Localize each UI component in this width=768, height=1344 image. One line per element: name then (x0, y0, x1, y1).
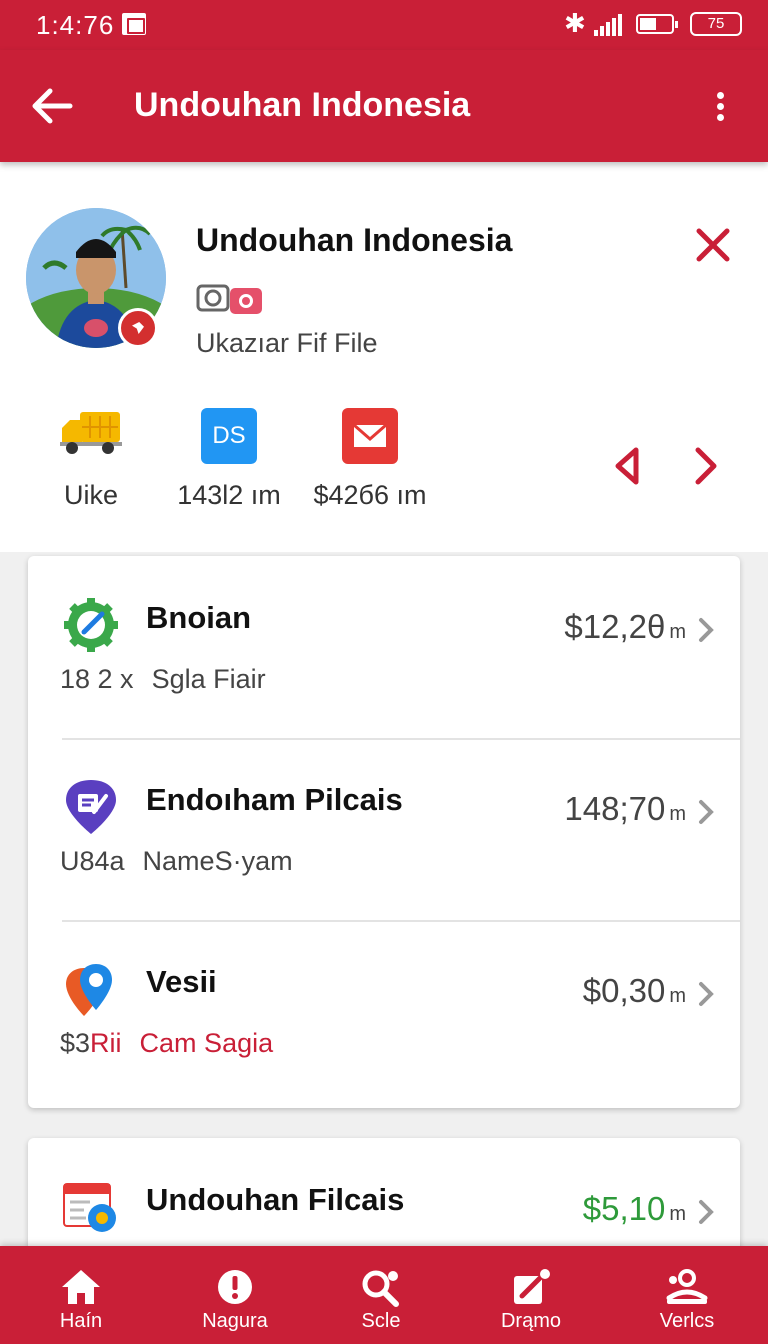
alert-icon (218, 1270, 252, 1304)
app-bar: Undouhan Indonesia (0, 50, 768, 162)
list-item-title: Endoıham Pilcais (146, 782, 403, 817)
nav-item-home[interactable]: Haín (16, 1246, 146, 1344)
status-bar: 1:4:76 ✱ 75 (0, 0, 768, 50)
nav-item-dramo[interactable]: Drąmo (466, 1246, 596, 1344)
camera-icons (196, 284, 262, 314)
nav-item-verlcs[interactable]: Verlcs (622, 1246, 752, 1344)
list-item-amount: $0,30 m (582, 972, 686, 1009)
quick-action-uike[interactable]: Uike (26, 408, 156, 518)
close-icon[interactable] (694, 226, 732, 264)
list-item-amount: $12,2θ m (564, 608, 686, 645)
list-item-title: Undouhan Filcais (146, 1182, 405, 1217)
edit-icon (514, 1269, 550, 1304)
profile-header: Undouhan Indonesia Ukazıar Fif File Uike… (0, 162, 768, 552)
list-item-meta: $3Rii Cam Sagia (60, 1028, 274, 1058)
signal-icon (594, 14, 624, 36)
gear-edit-icon (64, 598, 118, 652)
nav-item-scle[interactable]: Scle (316, 1246, 446, 1344)
quick-action-ds[interactable]: DS 143l2 ım (164, 408, 294, 518)
chevron-left-icon[interactable] (610, 444, 646, 488)
status-time: 1:4:76 (36, 10, 115, 40)
bluetooth-icon: ✱ (564, 8, 586, 38)
battery-percent: 75 (690, 12, 742, 36)
nav-label: Scle (361, 1310, 401, 1332)
chevron-right-icon (699, 1200, 714, 1224)
notification-icon (122, 13, 146, 35)
calendar-gear-icon (63, 1183, 116, 1232)
list-item[interactable]: Vesii $0,30 m $3Rii Cam Sagia (28, 920, 740, 1102)
app-bar-title: Undouhan Indonesia (134, 86, 471, 124)
quick-action-label: $42б6 ım (313, 480, 427, 510)
battery-icon (636, 14, 678, 34)
list-item[interactable]: Endoıham Pilcais 148;70 m U84a NameS·yam (28, 738, 740, 920)
pin-edit-icon (66, 780, 116, 834)
avatar-badge-icon (118, 308, 158, 348)
list-item-title: Bnoian (146, 600, 252, 635)
bottom-nav: Haín Nagura Scle Drąmo Verlcs (0, 1246, 768, 1344)
profile-name: Undouhan Indonesia (196, 222, 513, 258)
chevron-right-icon (699, 618, 714, 642)
search-icon (362, 1270, 399, 1307)
quick-action-label: Uike (63, 480, 118, 510)
quick-action-mail[interactable]: $42б6 ım (305, 408, 435, 518)
chevron-right-icon (699, 800, 714, 824)
more-options-icon[interactable] (702, 82, 738, 130)
list-item-title: Vesii (146, 964, 217, 999)
list-item-meta: 18 2 x Sgla Fiair (60, 664, 266, 694)
chevron-right-icon[interactable] (688, 444, 724, 488)
profile-icon (666, 1269, 708, 1304)
truck-icon (60, 412, 122, 454)
list-item[interactable]: Bnoian $12,2θ m 18 2 x Sgla Fiair (28, 556, 740, 738)
transactions-card: Bnoian $12,2θ m 18 2 x Sgla Fiair Endoıham… (28, 556, 740, 1108)
list-item-meta: U84a NameS·yam (60, 846, 293, 876)
chevron-right-icon (699, 982, 714, 1006)
back-arrow-icon[interactable] (26, 80, 78, 132)
nav-item-nagura[interactable]: Nagura (170, 1246, 300, 1344)
nav-label: Verlcs (659, 1310, 715, 1332)
list-item-amount: 148;70 m (564, 790, 686, 827)
nav-label: Nagura (202, 1310, 268, 1332)
quick-action-label: 143l2 ım (177, 480, 281, 510)
ds-icon: DS (201, 408, 257, 464)
mail-icon (342, 408, 398, 464)
nav-label: Haín (59, 1310, 103, 1332)
profile-subtitle: Ukazıar Fif File (196, 328, 378, 358)
home-icon (62, 1270, 100, 1304)
nav-label: Drąmo (500, 1310, 561, 1332)
map-pin-icon (66, 964, 112, 1016)
list-item-amount: $5,10 m (582, 1190, 686, 1227)
